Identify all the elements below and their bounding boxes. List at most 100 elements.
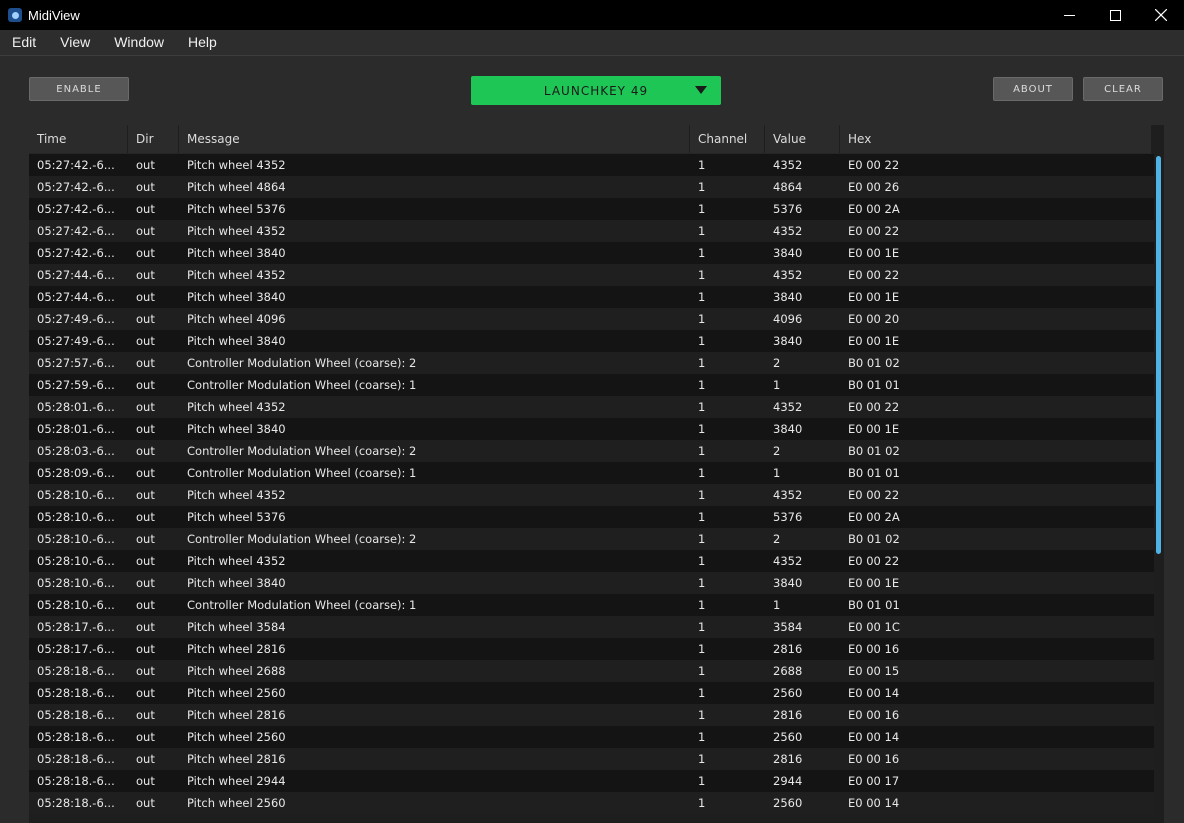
table-row[interactable]: 05:27:42.-6... out Pitch wheel 4352 1 4352 E0… — [29, 154, 1154, 176]
table-row[interactable]: 05:28:10.-6... out Pitch wheel 4352 1 4352 E0… — [29, 484, 1154, 506]
table-row[interactable]: 05:27:44.-6... out Pitch wheel 3840 1 3840 E0… — [29, 286, 1154, 308]
table-row[interactable]: 05:28:01.-6... out Pitch wheel 3840 1 3840 E0… — [29, 418, 1154, 440]
clear-button[interactable]: CLEAR — [1083, 77, 1163, 101]
table-row[interactable]: 05:27:42.-6... out Pitch wheel 5376 1 5376 E0… — [29, 198, 1154, 220]
cell-hex: B0 01 01 — [848, 598, 900, 612]
cell-channel: 1 — [698, 730, 706, 744]
midi-message-table: Time Dir Message Channel Value Hex 05:27… — [29, 125, 1164, 823]
cell-message: Pitch wheel 4352 — [187, 158, 286, 172]
cell-time: 05:27:57.-6... — [37, 356, 115, 370]
table-row[interactable]: 05:27:57.-6... out Controller Modulation W… — [29, 352, 1154, 374]
table-row[interactable]: 05:27:42.-6... out Pitch wheel 3840 1 3840 E0… — [29, 242, 1154, 264]
table-row[interactable]: 05:28:18.-6... out Pitch wheel 2560 1 2560 E0… — [29, 792, 1154, 814]
table-row[interactable]: 05:27:44.-6... out Pitch wheel 4352 1 4352 E0… — [29, 264, 1154, 286]
table-row[interactable]: 05:28:18.-6... out Pitch wheel 2560 1 2560 E0… — [29, 682, 1154, 704]
cell-value: 5376 — [773, 202, 803, 216]
table-row[interactable]: 05:28:10.-6... out Controller Modulation W… — [29, 528, 1154, 550]
column-header-message[interactable]: Message — [179, 125, 690, 153]
cell-message: Controller Modulation Wheel (coarse): 2 — [187, 356, 417, 370]
cell-dir: out — [136, 268, 155, 282]
cell-dir: out — [136, 554, 155, 568]
cell-hex: E0 00 1E — [848, 422, 900, 436]
column-header-hex[interactable]: Hex — [840, 125, 1152, 153]
cell-hex: B0 01 02 — [848, 532, 900, 546]
device-select-label: LAUNCHKEY 49 — [543, 83, 649, 98]
table-row[interactable]: 05:28:03.-6... out Controller Modulation W… — [29, 440, 1154, 462]
cell-value: 4352 — [773, 268, 803, 282]
cell-channel: 1 — [698, 532, 706, 546]
table-row[interactable]: 05:28:09.-6... out Controller Modulation W… — [29, 462, 1154, 484]
column-header-channel[interactable]: Channel — [690, 125, 765, 153]
cell-time: 05:28:17.-6... — [37, 620, 115, 634]
menu-window[interactable]: Window — [102, 30, 176, 55]
table-row[interactable]: 05:27:49.-6... out Pitch wheel 3840 1 3840 E0… — [29, 330, 1154, 352]
cell-channel: 1 — [698, 598, 706, 612]
cell-time: 05:28:18.-6... — [37, 708, 115, 722]
table-row[interactable]: 05:28:18.-6... out Pitch wheel 2944 1 2944 E0… — [29, 770, 1154, 792]
table-row[interactable]: 05:28:18.-6... out Pitch wheel 2688 1 2688 E0… — [29, 660, 1154, 682]
cell-hex: E0 00 22 — [848, 224, 900, 238]
column-header-value[interactable]: Value — [765, 125, 840, 153]
cell-time: 05:28:10.-6... — [37, 510, 115, 524]
table-row[interactable]: 05:28:10.-6... out Controller Modulation W… — [29, 594, 1154, 616]
table-row[interactable]: 05:27:42.-6... out Pitch wheel 4352 1 4352 E0… — [29, 220, 1154, 242]
cell-time: 05:28:18.-6... — [37, 686, 115, 700]
cell-message: Pitch wheel 4352 — [187, 554, 286, 568]
cell-message: Pitch wheel 4352 — [187, 268, 286, 282]
cell-time: 05:28:10.-6... — [37, 532, 115, 546]
cell-channel: 1 — [698, 664, 706, 678]
table-row[interactable]: 05:28:17.-6... out Pitch wheel 2816 1 2816 E0… — [29, 638, 1154, 660]
cell-dir: out — [136, 576, 155, 590]
about-button[interactable]: ABOUT — [993, 77, 1073, 101]
cell-value: 2944 — [773, 774, 803, 788]
app-icon — [8, 8, 22, 22]
table-row[interactable]: 05:27:42.-6... out Pitch wheel 4864 1 4864 E0… — [29, 176, 1154, 198]
cell-time: 05:27:44.-6... — [37, 290, 115, 304]
device-select[interactable]: LAUNCHKEY 49 — [471, 76, 721, 105]
cell-time: 05:28:18.-6... — [37, 796, 115, 810]
cell-hex: E0 00 16 — [848, 642, 900, 656]
table-row[interactable]: 05:28:10.-6... out Pitch wheel 5376 1 5376 E0… — [29, 506, 1154, 528]
cell-channel: 1 — [698, 686, 706, 700]
cell-value: 2816 — [773, 752, 803, 766]
cell-time: 05:28:18.-6... — [37, 774, 115, 788]
menu-edit[interactable]: Edit — [0, 30, 48, 55]
menu-bar: Edit View Window Help — [0, 30, 1184, 56]
cell-channel: 1 — [698, 466, 706, 480]
column-header-dir[interactable]: Dir — [128, 125, 179, 153]
cell-time: 05:28:10.-6... — [37, 488, 115, 502]
menu-view[interactable]: View — [48, 30, 102, 55]
close-icon[interactable] — [1138, 0, 1184, 30]
cell-dir: out — [136, 202, 155, 216]
cell-dir: out — [136, 290, 155, 304]
table-row[interactable]: 05:28:10.-6... out Pitch wheel 4352 1 4352 E0… — [29, 550, 1154, 572]
maximize-icon[interactable] — [1092, 0, 1138, 30]
cell-message: Pitch wheel 4352 — [187, 224, 286, 238]
table-header: Time Dir Message Channel Value Hex — [29, 125, 1152, 154]
cell-channel: 1 — [698, 202, 706, 216]
cell-dir: out — [136, 642, 155, 656]
cell-dir: out — [136, 444, 155, 458]
table-row[interactable]: 05:28:01.-6... out Pitch wheel 4352 1 4352 E0… — [29, 396, 1154, 418]
cell-message: Pitch wheel 2560 — [187, 686, 286, 700]
cell-hex: E0 00 22 — [848, 158, 900, 172]
cell-message: Controller Modulation Wheel (coarse): 2 — [187, 532, 417, 546]
vertical-scrollbar[interactable] — [1155, 154, 1164, 823]
menu-help[interactable]: Help — [176, 30, 229, 55]
table-row[interactable]: 05:28:18.-6... out Pitch wheel 2816 1 2816 E0… — [29, 704, 1154, 726]
table-row[interactable]: 05:27:59.-6... out Controller Modulation W… — [29, 374, 1154, 396]
cell-time: 05:28:01.-6... — [37, 422, 115, 436]
enable-button[interactable]: ENABLE — [29, 77, 129, 101]
table-row[interactable]: 05:28:10.-6... out Pitch wheel 3840 1 3840 E0… — [29, 572, 1154, 594]
minimize-icon[interactable] — [1046, 0, 1092, 30]
column-header-time[interactable]: Time — [29, 125, 128, 153]
cell-dir: out — [136, 620, 155, 634]
cell-hex: E0 00 2A — [848, 510, 900, 524]
table-row[interactable]: 05:27:49.-6... out Pitch wheel 4096 1 4096 E0… — [29, 308, 1154, 330]
cell-value: 4352 — [773, 488, 803, 502]
table-row[interactable]: 05:28:17.-6... out Pitch wheel 3584 1 3584 E0… — [29, 616, 1154, 638]
table-row[interactable]: 05:28:18.-6... out Pitch wheel 2816 1 2816 E0… — [29, 748, 1154, 770]
scrollbar-thumb[interactable] — [1156, 156, 1161, 554]
cell-dir: out — [136, 356, 155, 370]
table-row[interactable]: 05:28:18.-6... out Pitch wheel 2560 1 2560 E0… — [29, 726, 1154, 748]
